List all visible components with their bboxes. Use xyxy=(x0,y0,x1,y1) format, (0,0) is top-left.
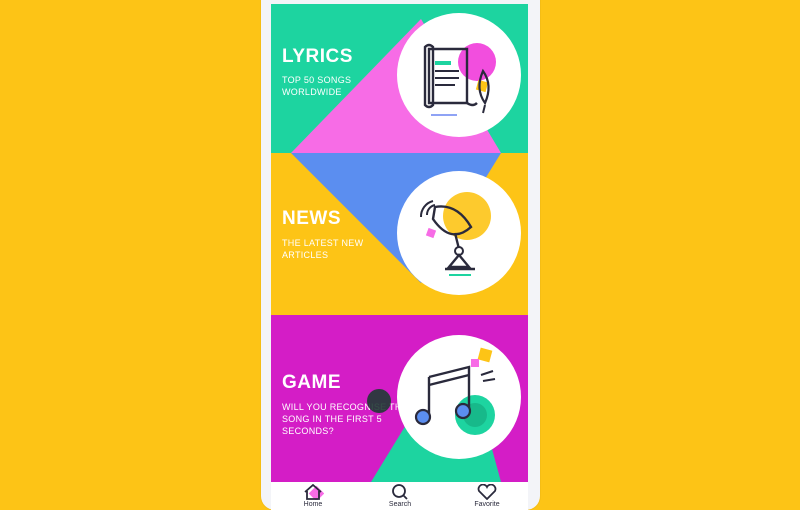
nav-favorite-label: Favorite xyxy=(474,501,500,508)
lyrics-subtitle: TOP 50 SONGS WORLDWIDE xyxy=(282,75,352,97)
news-illustration xyxy=(397,171,521,295)
nav-home[interactable]: Home xyxy=(283,484,343,508)
news-card[interactable]: NEWS THE LATEST NEW ARTICLES xyxy=(271,153,528,315)
lyrics-illustration xyxy=(397,13,521,137)
home-icon xyxy=(304,484,324,500)
nav-favorite[interactable]: Favorite xyxy=(457,484,517,508)
lyrics-card[interactable]: LYRICS TOP 50 SONGS WORLDWIDE xyxy=(271,4,528,153)
nav-home-label: Home xyxy=(303,501,323,508)
touch-indicator xyxy=(367,389,391,413)
game-title: GAME xyxy=(282,372,341,393)
bottom-navigation: Home Search Favorite xyxy=(271,482,528,510)
news-title: NEWS xyxy=(282,208,341,229)
game-card[interactable]: GAME WILL YOU RECOGNISE THE SONG IN THE … xyxy=(271,315,528,482)
news-subtitle: THE LATEST NEW ARTICLES xyxy=(282,238,364,260)
game-subtitle: WILL YOU RECOGNISE THE SONG IN THE FIRST… xyxy=(282,402,408,436)
game-illustration xyxy=(397,335,521,459)
music-note-icon xyxy=(414,347,496,435)
heart-icon xyxy=(477,484,497,500)
lyrics-title: LYRICS xyxy=(282,46,353,67)
app-screen: LYRICS TOP 50 SONGS WORLDWIDE NEWS THE L… xyxy=(271,4,528,510)
nav-search-label: Search xyxy=(388,501,412,508)
lyrics-scroll-icon xyxy=(423,43,496,116)
nav-search[interactable]: Search xyxy=(370,484,430,508)
search-icon xyxy=(392,484,408,500)
satellite-dish-icon xyxy=(419,192,491,276)
